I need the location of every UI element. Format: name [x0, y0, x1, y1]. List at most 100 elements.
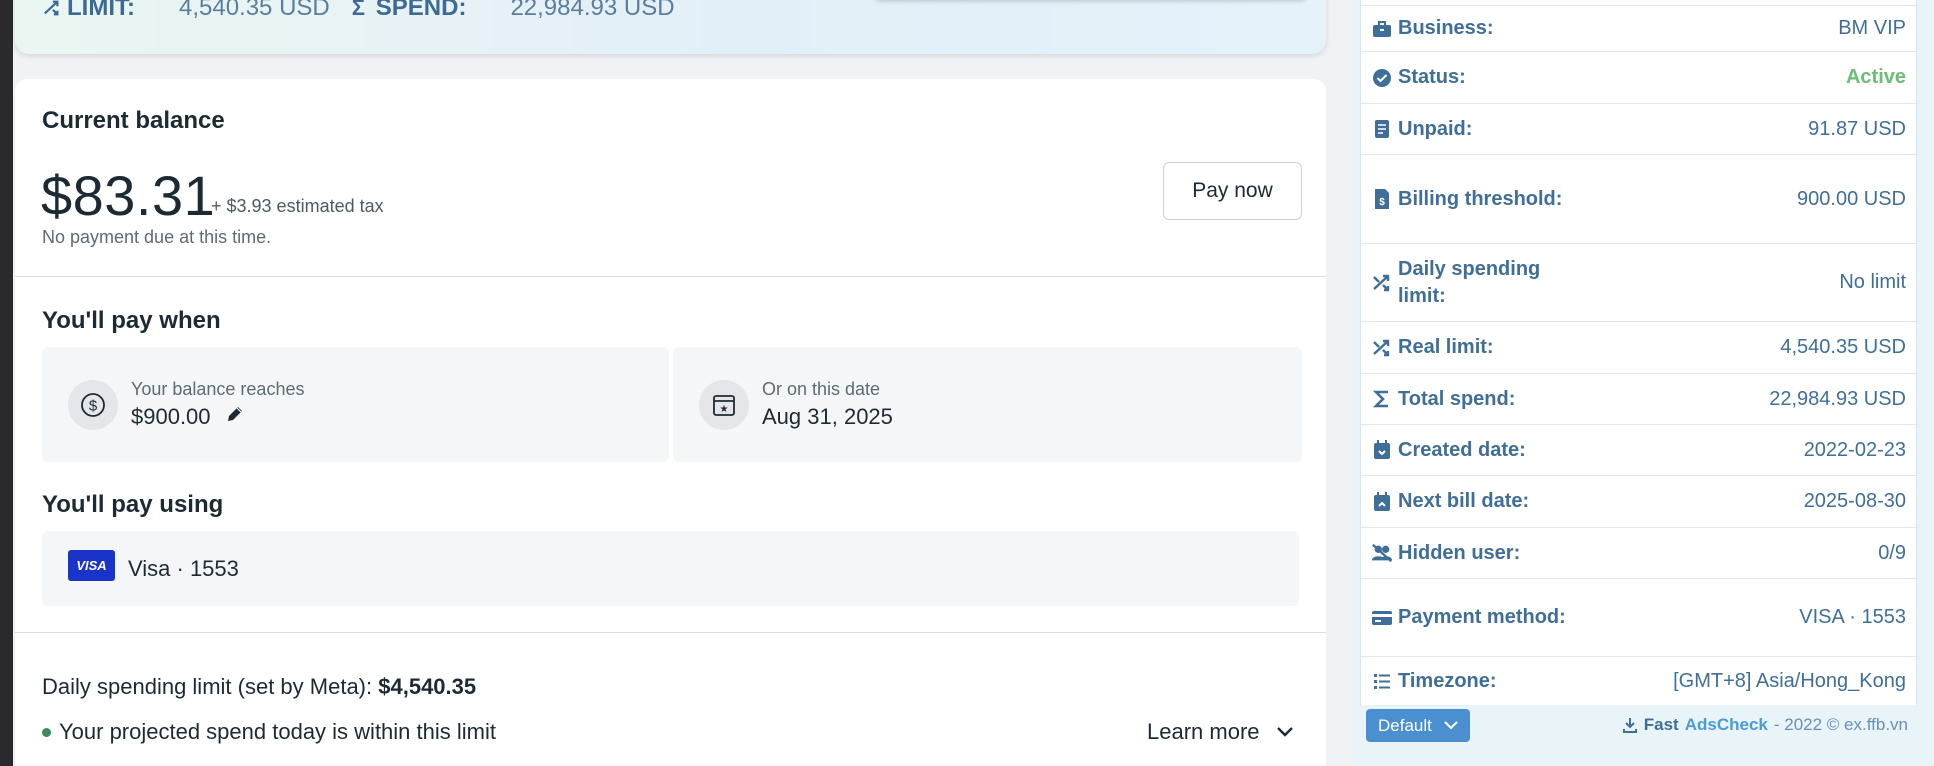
sigma-icon	[1371, 388, 1393, 410]
info-value: BM VIP	[1838, 17, 1906, 39]
sigma-icon: Σ	[351, 0, 365, 20]
users-slash-icon	[1371, 542, 1393, 564]
credit-rest: - 2022 © ex.ffb.vn	[1773, 715, 1908, 734]
check-circle-icon	[1371, 67, 1393, 89]
info-key: Daily spending limit:	[1398, 257, 1541, 307]
info-row: Hidden user: 0/9	[1361, 527, 1918, 578]
account-info-table: Business: BM VIP Status: Active Unpaid: 91.87…	[1360, 0, 1918, 705]
dollar-circle-icon: $	[68, 380, 118, 430]
info-key: Unpaid:	[1398, 117, 1473, 140]
info-key: Billing threshold:	[1398, 187, 1563, 210]
info-value: Active	[1845, 66, 1906, 88]
info-value: [GMT+8] Asia/Hong_Kong	[1673, 669, 1906, 692]
shuffle-icon	[1371, 272, 1393, 294]
default-select-label: Default	[1378, 715, 1432, 735]
receipt-icon	[1371, 118, 1393, 140]
payment-method-text: Visa · 1553	[128, 556, 239, 581]
info-value: VISA · 1553	[1799, 606, 1906, 628]
credit-brand: AdsCheck	[1684, 715, 1768, 734]
window-edge	[0, 0, 13, 766]
projection-status: Your projected spend today is within thi…	[42, 719, 496, 745]
payment-status: No payment due at this time.	[42, 227, 272, 247]
info-value: 2025-08-30	[1803, 490, 1906, 512]
shuffle-icon	[1371, 337, 1393, 359]
bill-date-tile: ★ Or on this date Aug 31, 2025	[673, 347, 1302, 462]
info-value: 0/9	[1878, 541, 1906, 564]
banner-spend-value: 22,984.93 USD	[510, 0, 675, 21]
svg-text:★: ★	[720, 404, 729, 415]
banner-spend-label: SPEND:	[375, 0, 467, 21]
projection-text: Your projected spend today is within thi…	[59, 719, 496, 744]
svg-text:$: $	[89, 398, 98, 415]
on-this-date-label: Or on this date	[762, 379, 881, 399]
info-row: Unpaid: 91.87 USD	[1361, 103, 1918, 154]
credit-card-icon	[1371, 607, 1393, 629]
balance-threshold-tile: $ Your balance reaches $900.00	[42, 347, 669, 462]
info-row: Daily spending limit: No limit	[1361, 243, 1918, 321]
info-value: 900.00 USD	[1797, 187, 1906, 210]
default-select[interactable]: Default	[1366, 709, 1470, 742]
info-row: Business: BM VIP	[1361, 5, 1918, 51]
info-row: Real limit: 4,540.35 USD	[1361, 321, 1918, 373]
chevron-down-icon	[1444, 721, 1458, 730]
info-row: Total spend: 22,984.93 USD	[1361, 373, 1918, 424]
shuffle-icon	[44, 0, 59, 16]
info-row: Created date: 2022-02-23	[1361, 424, 1918, 475]
calendar-star-icon: ★	[699, 380, 749, 430]
calendar-down-icon	[1371, 439, 1393, 461]
info-row: Timezone: [GMT+8] Asia/Hong_Kong	[1361, 656, 1918, 705]
calendar-up-icon	[1371, 491, 1393, 513]
learn-more-toggle[interactable]: Learn more	[1147, 719, 1294, 745]
balance-reaches-label: Your balance reaches	[131, 379, 305, 399]
pay-when-title: You'll pay when	[42, 307, 221, 334]
info-key: Payment method:	[1398, 606, 1566, 628]
adscheck-panel: Business: BM VIP Status: Active Unpaid: 91.87…	[1352, 0, 1934, 766]
info-key: Next bill date:	[1398, 490, 1530, 512]
daily-limit-amount: $4,540.35	[378, 674, 477, 699]
info-key: Created date:	[1398, 438, 1526, 461]
info-row: Next bill date: 2025-08-30	[1361, 475, 1918, 527]
list-icon	[1371, 670, 1393, 692]
panel-footer: Default Fast AdsCheck - 2022 © ex.ffb.vn	[1366, 709, 1926, 743]
info-key: Total spend:	[1398, 387, 1516, 410]
divider	[15, 276, 1326, 277]
threshold-amount: $900.00	[131, 404, 211, 429]
credit-fast: Fast	[1643, 715, 1679, 734]
status-dot-icon	[42, 727, 51, 737]
info-key: Timezone:	[1398, 669, 1497, 692]
pencil-edit-icon[interactable]	[225, 404, 245, 430]
banner-limit-label: LIMIT:	[67, 0, 135, 21]
billing-card: Current balance $83.31 + $3.93 estimated…	[15, 79, 1326, 766]
info-key: Hidden user:	[1398, 541, 1521, 564]
banner-limit-value: 4,540.35 USD	[178, 0, 330, 21]
learn-more-label: Learn more	[1147, 719, 1260, 744]
pay-now-button[interactable]: Pay now	[1163, 162, 1302, 220]
info-row: Payment method: VISA · 1553	[1361, 578, 1918, 656]
download-icon	[1622, 718, 1637, 733]
current-balance-title: Current balance	[42, 107, 225, 134]
visa-card-icon: VISA	[68, 550, 115, 581]
invoice-dollar-icon: $	[1371, 188, 1393, 210]
balance-amount: $83.31	[41, 164, 216, 227]
info-key: Business:	[1398, 17, 1494, 39]
info-value: 2022-02-23	[1803, 438, 1906, 461]
daily-limit-prefix: Daily spending limit (set by Meta):	[42, 674, 373, 699]
pay-using-title: You'll pay using	[42, 491, 224, 518]
credit-link[interactable]: Fast AdsCheck - 2022 © ex.ffb.vn	[1622, 715, 1908, 735]
summary-banner: LIMIT: 4,540.35 USD Σ SPEND: 22,984.93 U…	[15, 0, 1326, 54]
info-key: Status:	[1398, 66, 1466, 88]
info-row: $ Billing threshold: 900.00 USD	[1361, 154, 1918, 243]
info-value: 22,984.93 USD	[1769, 387, 1906, 410]
daily-limit-text: Daily spending limit (set by Meta): $4,5…	[42, 674, 476, 700]
chevron-down-icon	[1276, 727, 1293, 737]
info-row: Status: Active	[1361, 51, 1918, 103]
info-value: No limit	[1839, 271, 1906, 293]
info-key: Real limit:	[1398, 336, 1494, 358]
payment-method-tile[interactable]: VISA Visa · 1553	[42, 531, 1299, 606]
estimated-tax: + $3.93 estimated tax	[211, 196, 384, 216]
info-value: 4,540.35 USD	[1780, 336, 1906, 358]
svg-text:$: $	[1379, 197, 1385, 208]
briefcase-icon	[1371, 18, 1393, 40]
bill-date-value: Aug 31, 2025	[762, 404, 893, 429]
divider	[15, 632, 1326, 633]
